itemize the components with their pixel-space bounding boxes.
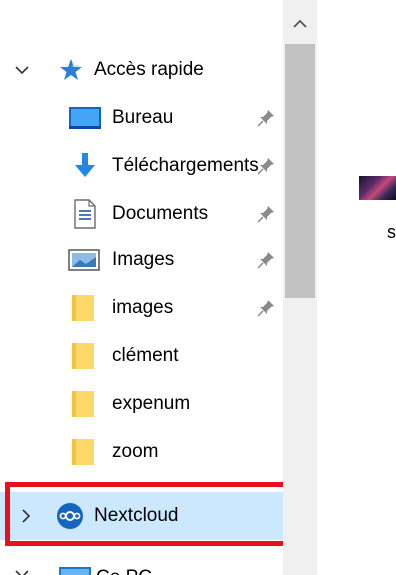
- nav-scrollbar[interactable]: [283, 0, 317, 575]
- folder-icon: [72, 391, 94, 417]
- chevron-right-icon[interactable]: [18, 508, 34, 524]
- nav-item-label: Ce PC: [96, 567, 152, 575]
- chevron-down-icon[interactable]: [14, 62, 30, 78]
- nav-item-label: Documents: [112, 203, 209, 224]
- nextcloud-icon: [57, 503, 83, 529]
- nav-item-label: clément: [112, 345, 179, 366]
- chevron-down-icon[interactable]: [14, 566, 30, 575]
- nav-item-label: Nextcloud: [94, 505, 179, 526]
- nav-item-label: Images: [112, 249, 175, 270]
- pin-icon[interactable]: [255, 297, 277, 319]
- nav-item-pictures[interactable]: Images: [0, 238, 283, 282]
- pin-icon[interactable]: [255, 203, 277, 225]
- scrollbar-thumb[interactable]: [285, 44, 315, 298]
- content-pane: s: [317, 0, 396, 575]
- nav-item-label: Téléchargements: [112, 155, 259, 176]
- nav-item-downloads[interactable]: Téléchargements: [0, 144, 283, 188]
- nav-item-desktop[interactable]: Bureau: [0, 96, 283, 140]
- pin-icon[interactable]: [255, 249, 277, 271]
- nav-item-nextcloud[interactable]: Nextcloud: [0, 492, 283, 540]
- nav-item-label: expenum: [112, 393, 191, 414]
- scroll-up-arrow-icon[interactable]: [283, 0, 317, 44]
- nav-item-folder-expenum[interactable]: expenum: [0, 382, 283, 426]
- desktop-icon: [69, 107, 101, 129]
- nav-item-documents[interactable]: Documents: [0, 192, 283, 236]
- nav-item-label: Accès rapide: [94, 59, 204, 80]
- folder-icon: [72, 439, 94, 465]
- file-explorer-window: Accès rapide Bureau Téléchargements Docu…: [0, 0, 396, 575]
- downloads-icon: [75, 153, 95, 177]
- file-thumbnail[interactable]: [359, 176, 396, 200]
- documents-icon: [74, 199, 96, 229]
- nav-item-folder-zoom[interactable]: zoom: [0, 430, 283, 474]
- nav-item-label: images: [112, 297, 174, 318]
- nav-item-label: zoom: [112, 441, 159, 462]
- nav-item-this-pc[interactable]: Ce PC: [0, 556, 283, 575]
- nav-item-folder-images[interactable]: images: [0, 286, 283, 330]
- folder-icon: [72, 343, 94, 369]
- pictures-icon: [68, 249, 100, 271]
- file-name-label[interactable]: s: [387, 222, 396, 243]
- nav-item-label: Bureau: [112, 107, 174, 128]
- nav-item-folder-clement[interactable]: clément: [0, 334, 283, 378]
- pin-icon[interactable]: [255, 155, 277, 177]
- computer-icon: [59, 567, 91, 575]
- pin-icon[interactable]: [255, 107, 277, 129]
- navigation-pane: Accès rapide Bureau Téléchargements Docu…: [0, 0, 290, 575]
- nav-item-quick-access[interactable]: Accès rapide: [0, 48, 283, 92]
- folder-icon: [72, 295, 94, 321]
- star-icon: [60, 59, 82, 80]
